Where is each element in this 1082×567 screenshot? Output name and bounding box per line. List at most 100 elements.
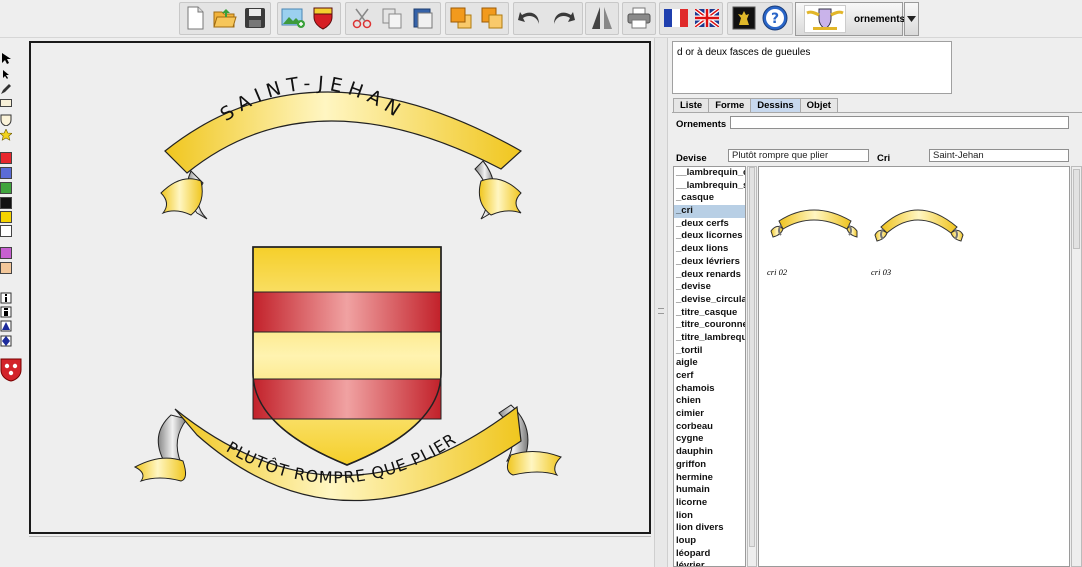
list-item[interactable]: _deux lévriers [674,256,745,269]
list-item[interactable]: cerf [674,370,745,383]
scissors-icon [352,8,372,29]
paste-button[interactable] [408,3,438,33]
blazon-text-area[interactable]: d or à deux fasces de gueules [672,41,952,94]
open-button[interactable] [210,3,240,33]
help-icon: ? [762,5,788,31]
chevron-down-icon [907,16,916,22]
list-item[interactable]: _titre_lambrequin [674,332,745,345]
pen-tool-icon[interactable] [0,83,12,95]
list-item[interactable]: lion [674,510,745,523]
redo-button[interactable] [548,3,578,33]
send-back-button[interactable] [477,3,507,33]
color-swatch-purple[interactable] [0,247,12,259]
heraldic-lion-button[interactable] [729,3,759,33]
drawings-gallery: cri 02 cri 03 [758,166,1070,567]
save-button[interactable] [240,3,270,33]
help-button[interactable]: ? [760,3,790,33]
list-item[interactable]: _devise_circulaire [674,294,745,307]
info-icon[interactable] [0,292,12,304]
list-item[interactable]: griffon [674,459,745,472]
color-swatch-blue[interactable] [0,167,12,179]
star-tool-icon[interactable] [0,129,12,141]
list-item[interactable]: cygne [674,433,745,446]
uk-flag-icon [695,9,719,27]
color-swatch-flesh[interactable] [0,262,12,274]
cri-field[interactable]: Saint-Jehan [929,149,1069,162]
list-item[interactable]: _deux licornes [674,230,745,243]
list-item[interactable]: _deux cerfs [674,218,745,231]
main-toolbar: ? ornements [0,0,1082,38]
tab-objet[interactable]: Objet [799,98,838,113]
shield-outline-icon[interactable] [0,114,12,126]
list-item[interactable]: corbeau [674,421,745,434]
gallery-item[interactable]: cri 03 [869,201,965,281]
insert-image-button[interactable] [278,3,308,33]
tab-liste[interactable]: Liste [673,98,710,113]
gallery-scrollbar[interactable] [1071,166,1082,567]
list-item[interactable]: _devise [674,281,745,294]
list-item[interactable]: _titre_couronne [674,319,745,332]
printer-icon [627,7,651,29]
coat-of-arms-drawing: SAINT-JEHAN PLUTÔT ROMPRE QUE PLIER [133,72,562,502]
color-swatch-black[interactable] [0,197,12,209]
color-swatch-red[interactable] [0,152,12,164]
list-item[interactable]: léopard [674,548,745,561]
new-document-button[interactable] [180,3,210,33]
language-french-button[interactable] [661,3,691,33]
info-dark-icon[interactable] [0,306,12,318]
list-item[interactable]: _casque [674,192,745,205]
triangle-icon[interactable] [0,320,12,332]
arrow-tool-icon[interactable] [0,52,12,64]
panel-tabs: Liste Forme Dessins Objet [673,98,838,113]
ornements-button[interactable]: ornements [795,2,905,36]
list-item[interactable]: _deux renards [674,269,745,282]
drawing-canvas[interactable]: SAINT-JEHAN PLUTÔT ROMPRE QUE PLIER [29,41,651,534]
diamond-icon[interactable] [0,335,12,347]
cri-02-thumbnail [770,209,858,238]
pointer-tool-icon[interactable] [0,69,12,81]
gallery-item[interactable]: cri 02 [765,201,861,281]
scrollbar-thumb[interactable] [1073,169,1080,249]
scrollbar-thumb[interactable] [749,167,755,547]
list-item[interactable]: aigle [674,357,745,370]
list-item[interactable]: lévrier [674,560,745,566]
list-item[interactable]: _cri [674,205,745,218]
color-swatch-silver[interactable] [0,225,12,237]
list-item[interactable]: _titre_casque [674,307,745,320]
list-item[interactable]: __lambrequin_c [674,167,745,180]
rectangle-tool-icon[interactable] [0,99,12,107]
list-item[interactable]: cimier [674,408,745,421]
split-pane-divider[interactable] [654,38,668,567]
list-item[interactable]: _tortil [674,345,745,358]
drawings-list-scrollbar[interactable] [747,166,757,567]
list-item[interactable]: chien [674,395,745,408]
list-item[interactable]: chamois [674,383,745,396]
bring-front-button[interactable] [446,3,476,33]
tab-forme[interactable]: Forme [708,98,752,113]
ornements-field[interactable] [730,116,1069,129]
coat-of-arms-icon[interactable] [0,358,22,382]
devise-field[interactable]: Plutôt rompre que plier [728,149,869,162]
tab-dessins[interactable]: Dessins [750,98,801,113]
new-document-icon [187,6,204,30]
copy-button[interactable] [377,3,407,33]
color-swatch-green[interactable] [0,182,12,194]
color-swatch-gold[interactable] [0,211,12,223]
list-item[interactable]: dauphin [674,446,745,459]
shield-button[interactable] [308,3,338,33]
list-item[interactable]: loup [674,535,745,548]
list-item[interactable]: lion divers [674,522,745,535]
list-item[interactable]: _deux lions [674,243,745,256]
ornements-dropdown-button[interactable] [904,2,919,36]
gallery-caption: cri 03 [871,267,892,277]
list-item[interactable]: licorne [674,497,745,510]
canvas-bottom-area [29,536,651,567]
cut-button[interactable] [347,3,377,33]
list-item[interactable]: __lambrequin_sc [674,180,745,193]
list-item[interactable]: humain [674,484,745,497]
perspective-button[interactable] [587,3,617,33]
language-english-button[interactable] [692,3,722,33]
undo-button[interactable] [515,3,545,33]
print-button[interactable] [624,3,654,33]
list-item[interactable]: hermine [674,472,745,485]
